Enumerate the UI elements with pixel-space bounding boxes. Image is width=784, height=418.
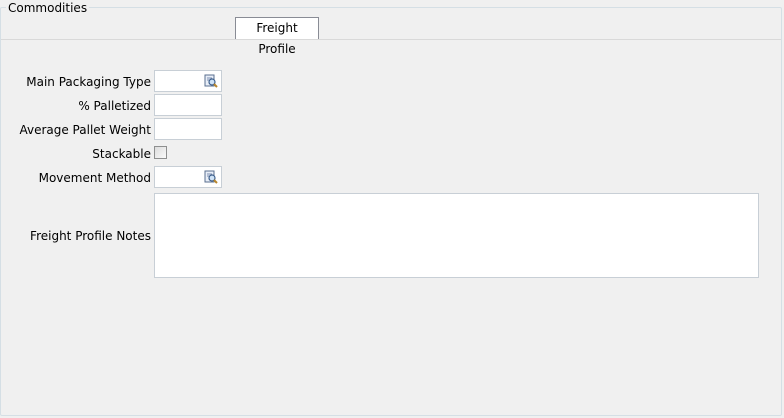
main-packaging-type-label: Main Packaging Type: [26, 75, 151, 89]
movement-method-label: Movement Method: [38, 171, 151, 185]
movement-method-field[interactable]: [154, 166, 222, 188]
stackable-label: Stackable: [92, 147, 151, 161]
lookup-icon[interactable]: [204, 74, 218, 88]
lookup-icon[interactable]: [204, 170, 218, 184]
pct-palletized-label: % Palletized: [78, 99, 151, 113]
tab-strip-divider: [1, 39, 781, 40]
freight-profile-notes-textarea[interactable]: [154, 193, 759, 278]
tab-freight-profile[interactable]: Freight Profile: [235, 17, 319, 56]
freight-profile-notes-label: Freight Profile Notes: [30, 229, 151, 243]
avg-pallet-weight-field[interactable]: [154, 118, 222, 140]
pct-palletized-field[interactable]: [154, 94, 222, 116]
stackable-checkbox[interactable]: [154, 146, 167, 159]
main-packaging-type-field[interactable]: [154, 70, 222, 92]
avg-pallet-weight-label: Average Pallet Weight: [19, 123, 151, 137]
group-title: Commodities: [6, 1, 90, 15]
